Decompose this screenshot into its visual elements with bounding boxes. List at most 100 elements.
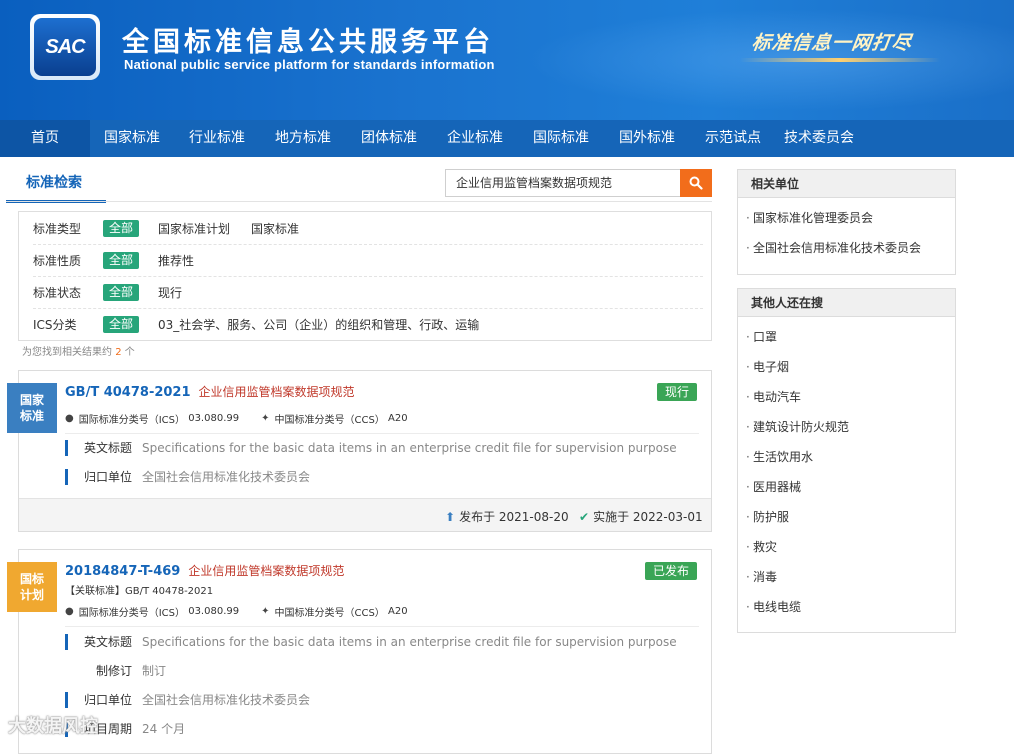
result-count: 为您找到相关结果约 2 个 [22, 343, 135, 358]
result-title: GB/T 40478-2021 企业信用监管档案数据项规范 [65, 383, 355, 400]
detail-bar [65, 663, 68, 679]
classification-meta: ● 国际标准分类号（ICS） 03.080.99 ✦ 中国标准分类号（CCS） … [65, 411, 408, 426]
search-icon [689, 176, 703, 190]
popular-search-link[interactable]: 医用器械 [738, 472, 955, 502]
filter-option[interactable]: 国家标准 [251, 220, 299, 237]
related-unit-link[interactable]: 国家标准化管理委员会 [738, 203, 955, 233]
badge-line: 计划 [19, 588, 44, 602]
globe-icon: ● [65, 413, 74, 424]
type-badge: 国家 标准 [7, 383, 57, 433]
slogan-underline [740, 58, 940, 62]
filter-option[interactable]: 03_社会学、服务、公司（企业）的组织和管理、行政、运输 [158, 316, 479, 333]
detail-bar [65, 468, 68, 485]
popular-search-link[interactable]: 电动汽车 [738, 382, 955, 412]
badge-line: 国家 [19, 393, 44, 407]
result-title: 20184847-T-469 企业信用监管档案数据项规范 [65, 562, 344, 579]
detail-value: 24 个月 [142, 722, 186, 736]
standard-code-link[interactable]: GB/T 40478-2021 [65, 385, 191, 400]
filter-all-tag[interactable]: 全部 [103, 251, 140, 269]
site-subtitle: National public service platform for sta… [124, 57, 495, 72]
related-standard[interactable]: 【关联标准】GB/T 40478-2021 [65, 582, 213, 597]
popular-search-link[interactable]: 电子烟 [738, 352, 955, 382]
filter-panel: 标准类型 全部 国家标准计划 国家标准 标准性质 全部 推荐性 标准状态 全部 … [18, 211, 712, 341]
detail-bar [65, 691, 68, 708]
nav-national[interactable]: 国家标准 [90, 120, 174, 157]
result-count-prefix: 为您找到相关结果约 [22, 347, 112, 358]
panel-title: 相关单位 [738, 170, 955, 198]
filter-row-type: 标准类型 全部 国家标准计划 国家标准 [33, 212, 703, 245]
nav-group[interactable]: 团体标准 [346, 120, 432, 157]
detail-row-unit: 归口单位 全国社会信用标准化技术委员会 [65, 691, 310, 708]
filter-option[interactable]: 现行 [158, 284, 182, 301]
detail-row-en-title: 英文标题 Specifications for the basic data i… [65, 633, 677, 650]
classification-meta: ● 国际标准分类号（ICS） 03.080.99 ✦ 中国标准分类号（CCS） … [65, 604, 408, 619]
detail-row-en-title: 英文标题 Specifications for the basic data i… [65, 439, 677, 456]
popular-search-link[interactable]: 生活饮用水 [738, 442, 955, 472]
ics-label: 国际标准分类号（ICS） [78, 415, 186, 426]
related-unit-link[interactable]: 全国社会信用标准化技术委员会 [738, 233, 955, 263]
slogan: 标准信息一网打尽 [750, 32, 914, 54]
status-badge: 现行 [656, 383, 697, 401]
ccs-label: 中国标准分类号（CCS） [274, 608, 385, 619]
publish-date: ⬆ 发布于 2021-08-20 [445, 508, 569, 525]
result-count-suffix: 个 [124, 347, 135, 358]
filter-label: 标准状态 [33, 285, 82, 300]
ccs-label: 中国标准分类号（CCS） [274, 415, 385, 426]
ics-value: 03.080.99 [188, 606, 240, 617]
detail-bar [65, 633, 68, 650]
detail-value: Specifications for the basic data items … [142, 440, 677, 455]
related-units-panel: 相关单位 国家标准化管理委员会 全国社会信用标准化技术委员会 [737, 169, 956, 275]
detail-bar [65, 439, 68, 456]
detail-value: Specifications for the basic data items … [142, 634, 677, 649]
card-footer: ⬆ 发布于 2021-08-20 ✔ 实施于 2022-03-01 [19, 498, 711, 531]
ccs-value: A20 [388, 413, 408, 424]
ccs-value: A20 [388, 606, 408, 617]
sac-logo[interactable]: SAC [30, 14, 100, 80]
type-badge: 国标 计划 [7, 562, 57, 612]
nav-home[interactable]: 首页 [0, 120, 90, 157]
filter-all-tag[interactable]: 全部 [103, 283, 140, 301]
popular-search-link[interactable]: 电线电缆 [738, 592, 955, 622]
nav-international[interactable]: 国际标准 [518, 120, 604, 157]
ics-label: 国际标准分类号（ICS） [78, 608, 186, 619]
standard-name-link[interactable]: 企业信用监管档案数据项规范 [199, 383, 355, 400]
detail-value: 制订 [142, 664, 167, 678]
filter-option[interactable]: 推荐性 [158, 252, 194, 269]
filter-option[interactable]: 国家标准计划 [158, 220, 230, 237]
logo-text: SAC [34, 18, 96, 76]
tab-label: 标准检索 [26, 175, 82, 191]
badge-line: 国标 [19, 572, 44, 586]
detail-row-revision: 制修订 制订 [65, 662, 166, 679]
nav-local[interactable]: 地方标准 [260, 120, 346, 157]
standard-name-link[interactable]: 企业信用监管档案数据项规范 [188, 562, 344, 579]
popular-search-link[interactable]: 消毒 [738, 562, 955, 592]
ccs-icon: ✦ [261, 413, 270, 424]
result-card: 国标 计划 20184847-T-469 企业信用监管档案数据项规范 已发布 【… [7, 549, 712, 754]
nav-industry[interactable]: 行业标准 [174, 120, 260, 157]
nav-enterprise[interactable]: 企业标准 [432, 120, 518, 157]
standard-code-link[interactable]: 20184847-T-469 [65, 564, 180, 579]
detail-label: 归口单位 [84, 693, 133, 707]
filter-label: 标准类型 [33, 221, 82, 236]
nav-foreign[interactable]: 国外标准 [604, 120, 690, 157]
popular-search-link[interactable]: 建筑设计防火规范 [738, 412, 955, 442]
watermark: 大数据风控 [8, 716, 98, 737]
filter-row-nature: 标准性质 全部 推荐性 [33, 244, 703, 277]
popular-search-link[interactable]: 防护服 [738, 502, 955, 532]
divider [65, 626, 699, 627]
search-button[interactable] [680, 169, 712, 197]
search-input[interactable]: 企业信用监管档案数据项规范 [445, 169, 680, 197]
site-header: SAC 全国标准信息公共服务平台 National public service… [0, 0, 1014, 120]
nav-demo[interactable]: 示范试点 [690, 120, 776, 157]
detail-label: 制修订 [96, 664, 133, 678]
popular-search-link[interactable]: 救灾 [738, 532, 955, 562]
tab-standard-search[interactable]: 标准检索 [6, 160, 106, 203]
detail-label: 英文标题 [84, 635, 133, 649]
globe-icon: ● [65, 606, 74, 617]
filter-all-tag[interactable]: 全部 [103, 316, 140, 333]
popular-search-link[interactable]: 口罩 [738, 322, 955, 352]
filter-all-tag[interactable]: 全部 [103, 219, 140, 237]
ccs-icon: ✦ [261, 606, 270, 617]
implement-date-text: 实施于 2022-03-01 [593, 510, 703, 524]
nav-committee[interactable]: 技术委员会 [776, 120, 862, 157]
